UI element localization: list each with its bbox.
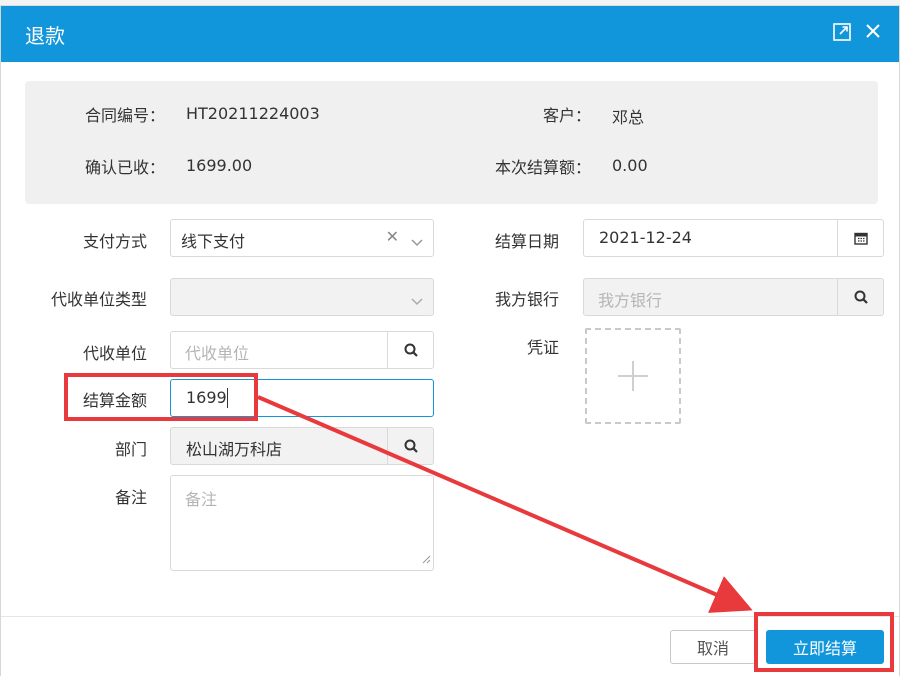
plus-icon [618, 361, 648, 391]
contract-label: 合同编号： [84, 106, 165, 125]
payment-method-select[interactable]: 线下支付 ✕ [170, 219, 434, 257]
text-cursor [227, 388, 228, 408]
search-icon [854, 290, 868, 304]
calendar-button[interactable] [837, 220, 883, 256]
collector-input[interactable]: 代收单位 [170, 331, 434, 369]
search-icon [404, 439, 418, 453]
calendar-icon [853, 232, 868, 245]
settle-amount-input-value: 1699 [186, 388, 227, 407]
customer-value: 邓总 [612, 108, 645, 127]
payment-method-label: 支付方式 [82, 232, 147, 251]
clear-icon[interactable]: ✕ [386, 227, 399, 246]
collector-placeholder: 代收单位 [185, 344, 250, 363]
confirmed-value: 1699.00 [186, 156, 253, 175]
department-value: 松山湖万科店 [186, 440, 283, 459]
settle-date-value: 2021-12-24 [599, 228, 692, 247]
collector-type-select[interactable] [170, 278, 434, 316]
settle-amount-label: 本次结算额： [494, 158, 591, 177]
cancel-button[interactable]: 取消 [670, 630, 756, 664]
settle-date-input[interactable]: 2021-12-24 [583, 219, 884, 257]
resize-handle-icon[interactable] [421, 549, 431, 568]
our-bank-input[interactable]: 我方银行 [583, 278, 884, 316]
department-input[interactable]: 松山湖万科店 [170, 427, 434, 465]
collector-type-label: 代收单位类型 [50, 290, 147, 309]
voucher-label: 凭证 [526, 338, 559, 357]
dialog-title: 退款 [25, 24, 65, 48]
confirmed-label: 确认已收： [84, 158, 165, 177]
summary-panel: 合同编号： HT20211224003 客户： 邓总 确认已收： 1699.00… [25, 81, 878, 204]
department-label: 部门 [114, 440, 147, 459]
settle-amount-input[interactable]: 1699 [170, 379, 434, 417]
our-bank-placeholder: 我方银行 [598, 291, 663, 310]
remark-textarea[interactable]: 备注 [170, 475, 434, 571]
settle-now-button[interactable]: 立即结算 [766, 630, 884, 664]
collector-label: 代收单位 [82, 344, 147, 363]
remark-placeholder: 备注 [185, 490, 218, 509]
contract-value: HT20211224003 [186, 104, 320, 123]
dialog-titlebar: 退款 [1, 6, 899, 62]
footer-divider [1, 616, 899, 617]
our-bank-search-button[interactable] [837, 279, 883, 315]
customer-label: 客户： [542, 106, 591, 125]
close-icon[interactable] [865, 23, 885, 43]
maximize-icon[interactable] [833, 23, 853, 43]
refund-dialog: 退款 合同编号： HT20211224003 客户： 邓总 确认已收： 1699… [0, 6, 900, 676]
payment-method-value: 线下支付 [181, 232, 246, 251]
department-search-button[interactable] [387, 428, 433, 464]
settle-date-label: 结算日期 [494, 232, 559, 251]
settle-amount-value: 0.00 [612, 156, 648, 175]
voucher-upload[interactable] [585, 328, 681, 424]
settle-amount-field-label: 结算金额 [82, 391, 147, 410]
remark-label: 备注 [114, 488, 147, 507]
our-bank-label: 我方银行 [494, 290, 559, 309]
